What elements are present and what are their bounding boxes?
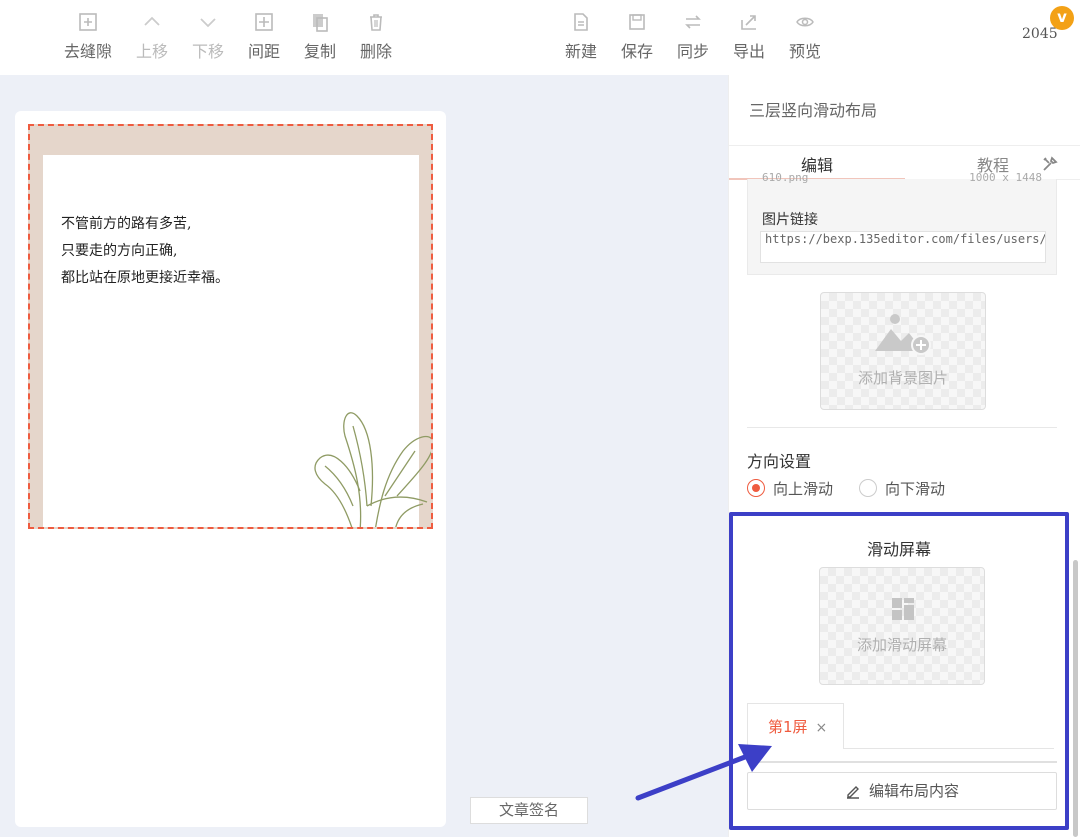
section-divider: [747, 427, 1057, 428]
new-doc-icon: [553, 12, 609, 34]
tab-strip-line: [844, 748, 1054, 749]
delete-button[interactable]: 删除: [348, 12, 404, 62]
move-up-button[interactable]: 上移: [124, 12, 180, 62]
preview-button[interactable]: 预览: [777, 12, 833, 62]
poem-line: 不管前方的路有多苦,: [61, 216, 192, 232]
save-button[interactable]: 保存: [609, 12, 665, 62]
new-label: 新建: [564, 42, 597, 61]
poem-line: 只要走的方向正确,: [61, 243, 178, 259]
radio-scroll-up[interactable]: 向上滑动: [747, 478, 833, 499]
move-up-label: 上移: [135, 42, 168, 61]
add-background-image-button[interactable]: 添加背景图片: [820, 292, 986, 410]
sync-button[interactable]: 同步: [665, 12, 721, 62]
copy-label: 复制: [303, 42, 336, 61]
poem-line: 都比站在原地更接近幸福。: [61, 270, 229, 286]
spacing-label: 间距: [247, 42, 280, 61]
sync-icon: [665, 12, 721, 34]
image-link-label: 图片链接: [762, 212, 818, 228]
edit-layout-content-button[interactable]: 编辑布局内容: [747, 772, 1057, 810]
eye-icon: [777, 12, 833, 34]
close-icon[interactable]: ×: [816, 720, 828, 736]
image-filename: 610.png: [762, 171, 809, 184]
remove-gap-button[interactable]: 去缝隙: [60, 12, 116, 62]
image-size: 1000 x 1448: [969, 171, 1042, 184]
delete-label: 删除: [359, 42, 392, 61]
image-add-icon: [875, 314, 931, 355]
vip-badge[interactable]: v: [1050, 6, 1074, 30]
export-icon: [721, 12, 777, 34]
preview-label: 预览: [788, 42, 821, 61]
radio-scroll-down[interactable]: 向下滑动: [859, 478, 945, 499]
image-settings-box: 610.png 1000 x 1448 图片链接 https://bexp.13…: [747, 171, 1057, 275]
direction-settings-label: 方向设置: [747, 452, 812, 471]
save-label: 保存: [620, 42, 653, 61]
settings-panel: 三层竖向滑动布局 编辑 教程 610.png 1000 x 1448 图片链接 …: [728, 75, 1080, 837]
copy-button[interactable]: 复制: [292, 12, 348, 62]
remove-gap-label: 去缝隙: [63, 42, 112, 61]
move-down-button[interactable]: 下移: [180, 12, 236, 62]
radio-checked-icon: [747, 479, 765, 497]
sync-label: 同步: [676, 42, 709, 61]
usage-counter: 2045: [1022, 26, 1058, 42]
tools-icon[interactable]: [1041, 155, 1059, 173]
poem-text[interactable]: 不管前方的路有多苦, 只要走的方向正确, 都比站在原地更接近幸福。: [61, 211, 229, 292]
radio-unchecked-icon: [859, 479, 877, 497]
annotation-arrow: [635, 744, 772, 801]
editor-canvas: 不管前方的路有多苦, 只要走的方向正确, 都比站在原地更接近幸福。: [15, 111, 446, 827]
pencil-icon: [846, 786, 859, 799]
panel-title: 三层竖向滑动布局: [749, 101, 878, 120]
article-signature-button[interactable]: 文章签名: [470, 797, 588, 824]
edit-layout-label: 编辑布局内容: [868, 782, 959, 800]
plus-square-icon: [60, 12, 116, 34]
add-scroll-screen-button[interactable]: 添加滑动屏幕: [819, 567, 985, 685]
scroll-screens-title: 滑动屏幕: [866, 540, 931, 559]
new-button[interactable]: 新建: [553, 12, 609, 62]
tab-strip-separator: [747, 761, 1057, 763]
top-toolbar: 去缝隙 上移 下移 间距 复制 删除 新建 保存 同步 导出 预览 2045 v: [0, 0, 1080, 75]
spacing-icon: [236, 12, 292, 34]
trash-icon: [348, 12, 404, 34]
scroll-screens-section: 滑动屏幕 添加滑动屏幕 第1屏 × 编辑布局内容: [729, 512, 1069, 830]
add-scroll-screen-label: 添加滑动屏幕: [856, 636, 947, 654]
move-down-label: 下移: [191, 42, 224, 61]
chevron-down-icon: [180, 12, 236, 34]
save-icon: [609, 12, 665, 34]
export-label: 导出: [732, 42, 765, 61]
radio-scroll-down-label: 向下滑动: [885, 480, 946, 498]
layout-icon: [892, 598, 914, 620]
chevron-up-icon: [124, 12, 180, 34]
copy-icon: [292, 12, 348, 34]
panel-scrollbar[interactable]: [1073, 560, 1078, 837]
add-background-label: 添加背景图片: [857, 369, 948, 387]
export-button[interactable]: 导出: [721, 12, 777, 62]
selected-layout-block[interactable]: 不管前方的路有多苦, 只要走的方向正确, 都比站在原地更接近幸福。: [28, 124, 433, 529]
radio-scroll-up-label: 向上滑动: [773, 480, 834, 498]
spacing-button[interactable]: 间距: [236, 12, 292, 62]
image-link-input[interactable]: https://bexp.135editor.com/files/users/0: [760, 231, 1046, 263]
plant-illustration: [314, 412, 431, 527]
